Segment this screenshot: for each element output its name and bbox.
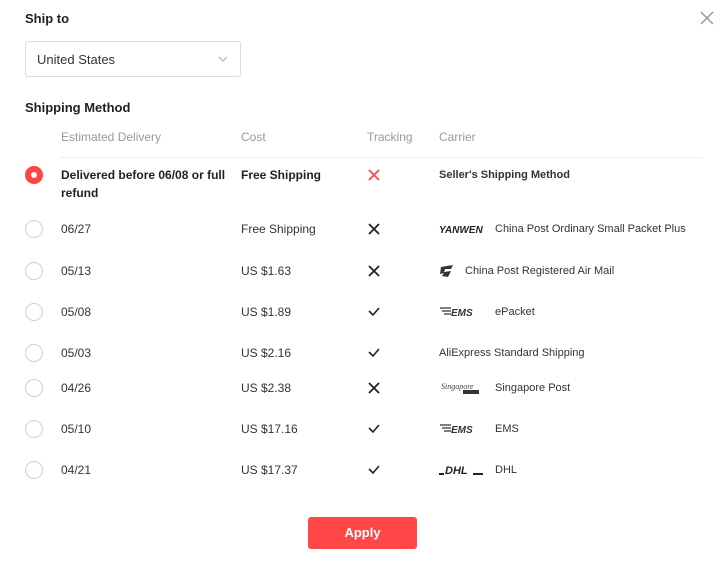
shipping-cost: Free Shipping	[241, 222, 316, 236]
country-select[interactable]: United States	[25, 41, 241, 77]
estimated-delivery: 05/13	[61, 264, 92, 278]
column-header-cost: Cost	[241, 130, 266, 144]
check-icon	[368, 424, 380, 434]
carrier: DHL DHL	[439, 461, 719, 479]
shipping-option-row[interactable]: 05/03 US $2.16 AliExpress Standard Shippin…	[0, 344, 727, 374]
estimated-delivery: 05/03	[61, 346, 92, 360]
close-button[interactable]	[697, 8, 717, 28]
shipping-option-radio[interactable]	[25, 262, 43, 280]
shipping-option-row[interactable]: 05/10 US $17.16 EMS EMS	[0, 420, 727, 450]
cross-icon	[368, 223, 380, 235]
carrier-name: China Post Registered Air Mail	[465, 265, 615, 277]
tracking-indicator	[367, 303, 383, 321]
shipping-cost: US $2.16	[241, 346, 292, 360]
tracking-indicator	[367, 420, 383, 438]
shipping-option-row[interactable]: 04/26 US $2.38 Singapore Singapore Post	[0, 379, 727, 409]
carrier: YANWEN China Post Ordinary Small Packet P…	[439, 220, 719, 238]
tracking-indicator	[367, 166, 383, 184]
shipping-option-row[interactable]: 05/13 US $1.63 China Post Registered Air M…	[0, 262, 727, 292]
carrier-name: AliExpress Standard Shipping	[439, 347, 585, 359]
ems-logo: EMS	[439, 305, 485, 319]
svg-text:DHL: DHL	[445, 465, 468, 477]
cross-icon	[368, 265, 380, 277]
column-header-tracking: Tracking	[367, 130, 413, 144]
carrier: China Post Registered Air Mail	[439, 262, 719, 280]
shipping-cost: US $1.63	[241, 264, 292, 278]
ship-to-label: Ship to	[25, 11, 70, 26]
shipping-option-radio[interactable]	[25, 379, 43, 397]
carrier: Singapore Singapore Post	[439, 379, 719, 397]
shipping-cost: Free Shipping	[241, 168, 322, 182]
column-header-delivery: Estimated Delivery	[61, 130, 162, 144]
estimated-delivery: 06/27	[61, 222, 92, 236]
shipping-option-radio[interactable]	[25, 220, 43, 238]
shipping-option-radio[interactable]	[25, 461, 43, 479]
estimated-delivery: 05/08	[61, 305, 92, 319]
shipping-option-row[interactable]: 06/27 Free Shipping YANWEN China Post Ordin…	[0, 220, 727, 250]
carrier: EMS ePacket	[439, 303, 719, 321]
check-icon	[368, 348, 380, 358]
svg-text:Singapore: Singapore	[441, 382, 474, 391]
apply-button[interactable]: Apply	[308, 517, 417, 549]
shipping-option-radio[interactable]	[25, 420, 43, 438]
check-icon	[368, 307, 380, 317]
check-icon	[368, 465, 380, 475]
shipping-cost: US $17.37	[241, 463, 298, 477]
cross-icon	[368, 169, 380, 181]
carrier-name: Seller's Shipping Method	[439, 169, 570, 181]
shipping-option-radio[interactable]	[25, 344, 43, 362]
tracking-indicator	[367, 461, 383, 479]
carrier-name: ePacket	[495, 306, 535, 318]
shipping-option-row[interactable]: Delivered before 06/08 or full refund Fre…	[0, 166, 727, 200]
shipping-option-radio[interactable]	[25, 166, 43, 184]
estimated-delivery: 04/21	[61, 463, 92, 477]
cross-icon	[368, 382, 380, 394]
svg-text:YANWEN: YANWEN	[439, 225, 483, 236]
svg-text:EMS: EMS	[451, 425, 473, 436]
dhl-logo: DHL	[439, 463, 485, 477]
carrier: EMS EMS	[439, 420, 719, 438]
estimated-delivery: 05/10	[61, 422, 92, 436]
shipping-option-row[interactable]: 05/08 US $1.89 EMS ePacket	[0, 303, 727, 333]
shipping-cost: US $1.89	[241, 305, 292, 319]
estimated-delivery: 04/26	[61, 381, 92, 395]
carrier-name: DHL	[495, 464, 518, 476]
estimated-delivery: Delivered before 06/08 or full refund	[61, 168, 226, 200]
header-divider	[60, 157, 703, 158]
column-header-carrier: Carrier	[439, 130, 476, 144]
carrier: AliExpress Standard Shipping	[439, 344, 719, 362]
tracking-indicator	[367, 344, 383, 362]
china-post-logo	[439, 264, 455, 278]
carrier-name: Singapore Post	[495, 382, 571, 394]
carrier-name: China Post Ordinary Small Packet Plus	[495, 223, 686, 235]
ems-logo: EMS	[439, 422, 485, 436]
tracking-indicator	[367, 379, 383, 397]
carrier-name: EMS	[495, 423, 519, 435]
shipping-cost: US $2.38	[241, 381, 292, 395]
singapore-post-logo: Singapore	[439, 381, 485, 395]
carrier: Seller's Shipping Method	[439, 166, 719, 184]
country-select-value: United States	[37, 52, 116, 67]
shipping-method-title: Shipping Method	[25, 100, 131, 115]
shipping-cost: US $17.16	[241, 422, 298, 436]
tracking-indicator	[367, 220, 383, 238]
close-icon	[700, 11, 714, 25]
svg-text:EMS: EMS	[451, 308, 473, 319]
yanwen-logo: YANWEN	[439, 222, 485, 236]
chevron-down-icon	[218, 56, 228, 62]
tracking-indicator	[367, 262, 383, 280]
shipping-option-row[interactable]: 04/21 US $17.37 DHL DHL	[0, 461, 727, 491]
shipping-option-radio[interactable]	[25, 303, 43, 321]
